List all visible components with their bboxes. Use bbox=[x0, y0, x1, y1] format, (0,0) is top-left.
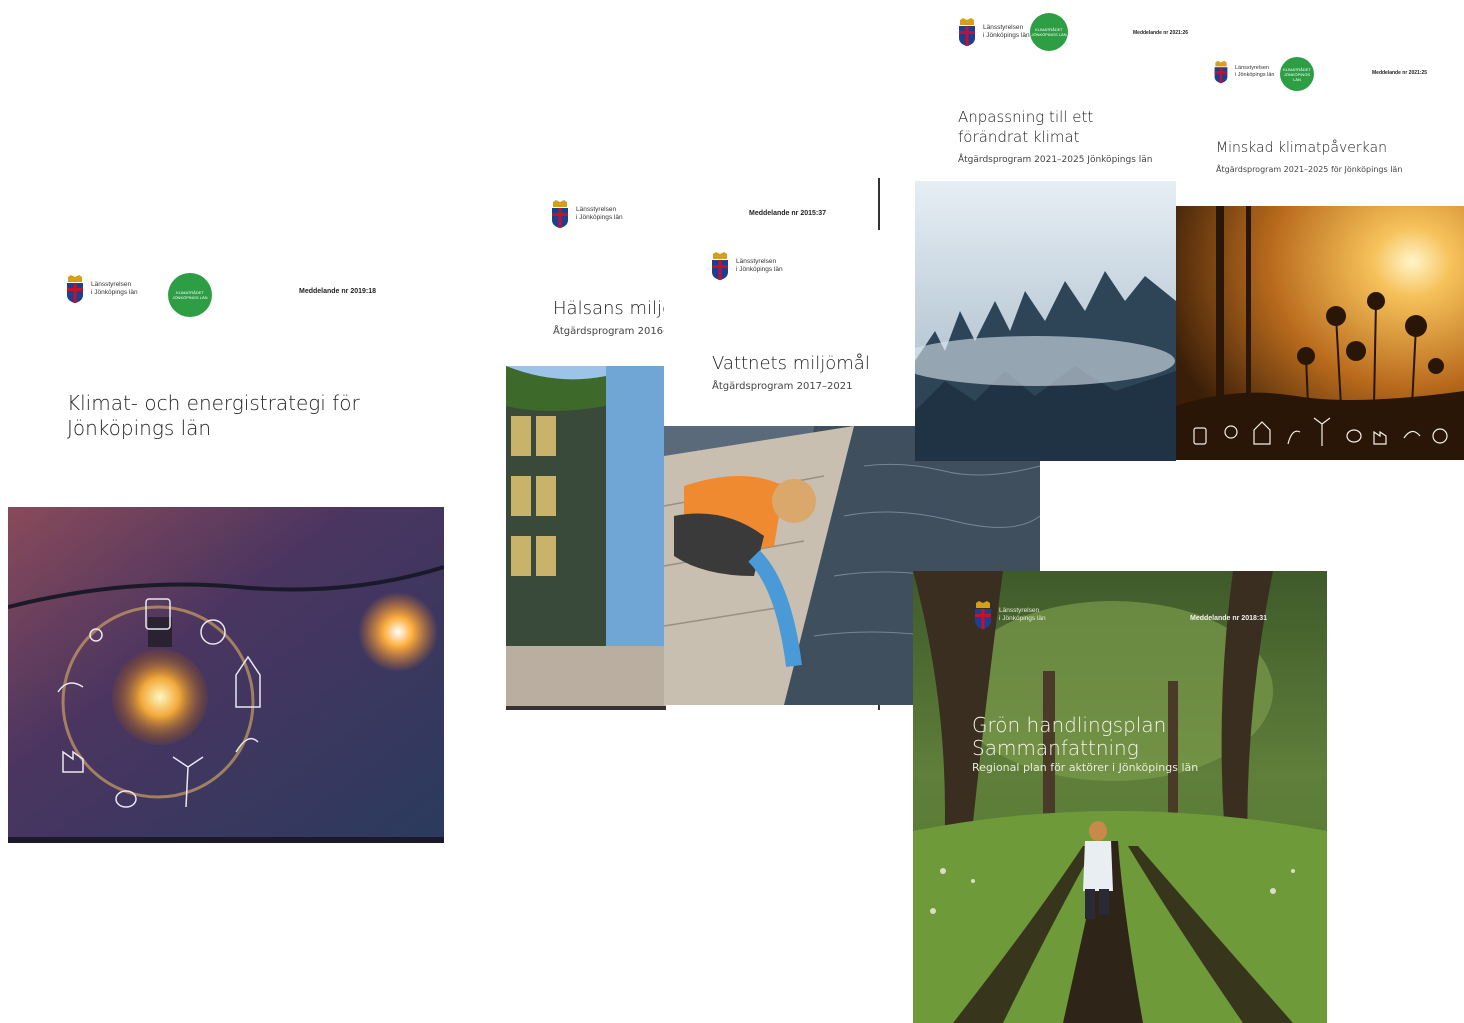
cover-minskad-klimatpaverkan[interactable]: Länsstyrelsen i Jönköpings län KLIMATRÅDE… bbox=[1176, 40, 1464, 460]
cover-title: Vattnets miljömål bbox=[712, 353, 870, 374]
cover-title-line1: Grön handlingsplan bbox=[972, 713, 1167, 737]
lansstyrelsen-logo: Länsstyrelsen i Jönköpings län bbox=[710, 252, 783, 280]
crest-icon bbox=[550, 200, 570, 228]
org-line2: i Jönköpings län bbox=[91, 289, 138, 296]
publication-number: Meddelande nr 2021:26 bbox=[1133, 30, 1189, 36]
crest-icon bbox=[710, 252, 730, 280]
klimatradet-badge: KLIMATRÅDET JÖNKÖPINGS LÄN bbox=[168, 273, 212, 317]
publication-number: Meddelande nr 2015:37 bbox=[749, 210, 827, 217]
forest-path-photo bbox=[913, 571, 1327, 1023]
cover-klimat-energistrategi[interactable]: Länsstyrelsen i Jönköpings län KLIMATRÅDE… bbox=[8, 255, 444, 843]
lansstyrelsen-logo: Länsstyrelsen i Jönköpings län bbox=[957, 18, 1030, 46]
cover-title-line1: Klimat- och energistrategi för bbox=[67, 391, 360, 415]
cover-title-line1: Anpassning till ett bbox=[958, 108, 1094, 126]
cover-subtitle: Åtgärdsprogram 2016- bbox=[553, 326, 667, 337]
cover-subtitle: Åtgärdsprogram 2021–2025 Jönköpings län bbox=[958, 155, 1153, 165]
cover-subtitle: Åtgärdsprogram 2021–2025 för Jönköpings … bbox=[1216, 165, 1403, 174]
cover-gron-handlingsplan[interactable]: Länsstyrelsen i Jönköpings län Meddelande… bbox=[913, 571, 1327, 1023]
building-photo bbox=[506, 366, 666, 710]
lansstyrelsen-logo: Länsstyrelsen i Jönköpings län bbox=[973, 601, 1046, 629]
org-line1: Länsstyrelsen bbox=[983, 24, 1024, 31]
org-line2: i Jönköpings län bbox=[999, 615, 1046, 622]
org-line1: Länsstyrelsen bbox=[576, 206, 617, 213]
crest-icon bbox=[65, 275, 85, 303]
publication-number: Meddelande nr 2018:31 bbox=[1190, 615, 1268, 622]
lightbulb-photo bbox=[8, 507, 444, 843]
misty-forest-photo bbox=[915, 181, 1176, 461]
klimatradet-badge: KLIMATRÅDET JÖNKÖPINGS LÄN bbox=[1030, 13, 1068, 51]
crest-icon bbox=[957, 18, 977, 46]
cover-subtitle: Åtgärdsprogram 2017–2021 bbox=[712, 381, 853, 392]
klimatradet-badge: KLIMATRÅDET JÖNKÖPINGS LÄN bbox=[1280, 57, 1314, 91]
cover-title-line2: Jönköpings län bbox=[67, 416, 212, 440]
crest-icon bbox=[973, 601, 993, 629]
org-line1: Länsstyrelsen bbox=[91, 281, 132, 288]
org-line1: Länsstyrelsen bbox=[1235, 65, 1269, 71]
lansstyrelsen-logo: Länsstyrelsen i Jönköpings län bbox=[65, 275, 138, 303]
org-line2: i Jönköpings län bbox=[1235, 72, 1275, 78]
cover-title: Minskad klimatpåverkan bbox=[1216, 140, 1387, 156]
org-line2: i Jönköpings län bbox=[983, 32, 1030, 39]
lansstyrelsen-logo: Länsstyrelsen i Jönköpings län bbox=[1213, 60, 1274, 84]
org-line1: Länsstyrelsen bbox=[736, 258, 777, 265]
org-line1: Länsstyrelsen bbox=[999, 607, 1040, 614]
sunset-flowers-photo bbox=[1176, 206, 1464, 460]
cover-title-line2: Sammanfattning bbox=[972, 736, 1139, 760]
cover-title-line2: förändrat klimat bbox=[958, 128, 1080, 146]
cover-title: Hälsans miljöı bbox=[553, 298, 679, 319]
org-line2: i Jönköpings län bbox=[736, 266, 783, 273]
publication-number: Meddelande nr 2021:25 bbox=[1372, 70, 1428, 76]
crest-icon bbox=[1213, 60, 1229, 84]
org-line2: i Jönköpings län bbox=[576, 214, 623, 221]
cover-subtitle: Regional plan för aktörer i Jönköpings l… bbox=[972, 761, 1199, 774]
lansstyrelsen-logo: Länsstyrelsen i Jönköpings län bbox=[550, 200, 623, 228]
publication-number: Meddelande nr 2019:18 bbox=[299, 288, 377, 295]
